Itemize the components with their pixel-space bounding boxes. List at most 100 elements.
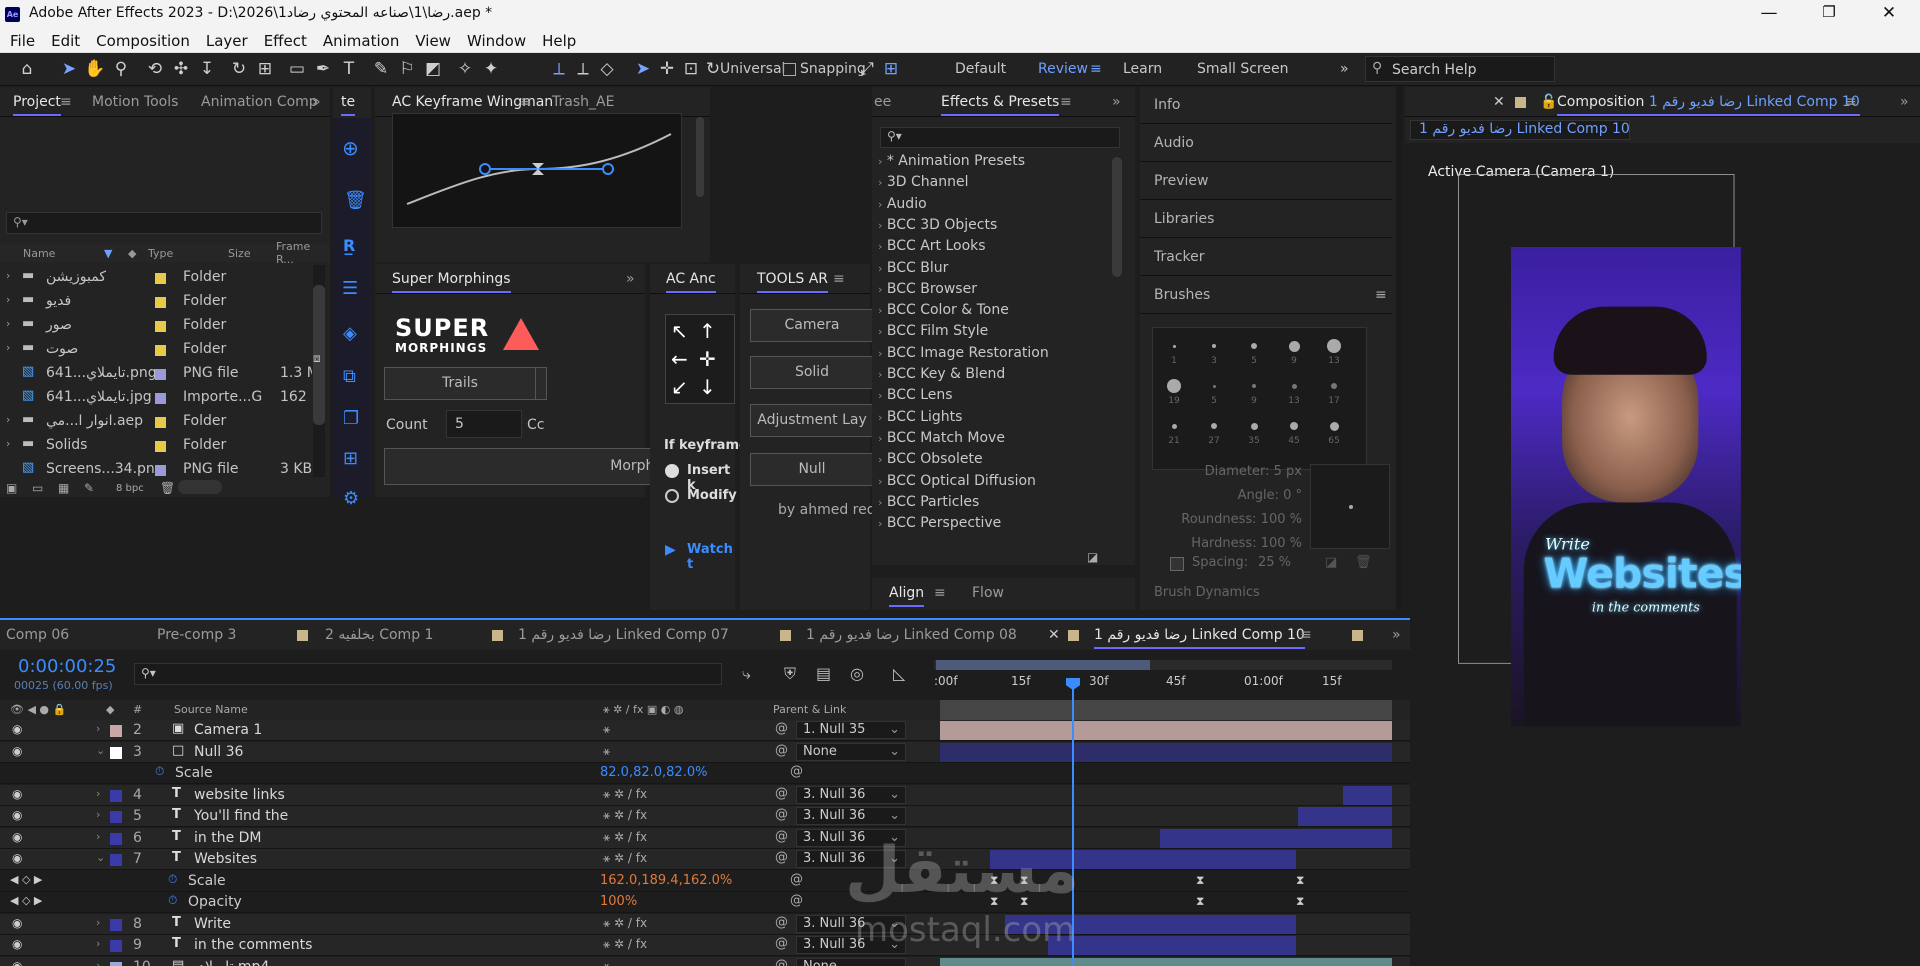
expand-icon[interactable]: › xyxy=(96,959,100,966)
timeline-search-input[interactable]: ⚲▾ xyxy=(134,663,722,685)
eraser-tool-icon[interactable]: ◩ xyxy=(422,58,444,80)
menu-animation[interactable]: Animation xyxy=(315,29,407,53)
panel-audio[interactable]: Audio xyxy=(1140,125,1392,162)
insert-radio[interactable] xyxy=(665,464,679,478)
panel-libraries[interactable]: Libraries xyxy=(1140,201,1392,238)
effect-category[interactable]: › BCC Lights xyxy=(878,409,962,430)
text-tool-icon[interactable]: T xyxy=(338,58,360,80)
expand-icon[interactable]: › xyxy=(96,808,100,821)
layer-row[interactable]: ◉ ⌄ 3 □ Null 36 ⚹ @ None ⌄ xyxy=(0,741,1410,763)
col-name[interactable]: Name xyxy=(23,247,55,260)
expand-icon[interactable]: › xyxy=(96,937,100,950)
layer-duration-bar[interactable] xyxy=(1048,936,1296,955)
tools-ar-menu-icon[interactable]: ≡ xyxy=(833,271,845,287)
effect-category[interactable]: › BCC Obsolete xyxy=(878,451,983,472)
expand-icon[interactable]: › xyxy=(6,269,10,282)
roto-tool-icon[interactable]: ✧ xyxy=(454,58,476,80)
tab-effects-presets[interactable]: Effects & Presets xyxy=(941,94,1060,116)
adjustment-layer-button[interactable]: Adjustment Lay xyxy=(750,404,874,437)
modify-radio[interactable] xyxy=(665,489,679,503)
effect-category[interactable]: › BCC 3D Objects xyxy=(878,217,997,238)
label-swatch[interactable] xyxy=(155,441,166,452)
project-item[interactable]: ▧ 641...تايملاي.jpg Importe...G 162 KB xyxy=(0,387,312,411)
label-swatch[interactable] xyxy=(155,369,166,380)
pan-tool-icon[interactable]: ✣ xyxy=(170,58,192,80)
effect-category[interactable]: › Audio xyxy=(878,196,927,217)
keyframe-icon[interactable]: ⧗ xyxy=(1196,894,1204,909)
layer-name[interactable]: تايملاي.mp4 xyxy=(194,959,269,966)
side-scrollbar[interactable] xyxy=(1396,87,1402,610)
solid-button[interactable]: Solid xyxy=(750,356,874,389)
layer-name[interactable]: website links xyxy=(194,787,285,803)
brush-new-icon[interactable]: ◪ xyxy=(1325,555,1337,570)
layer-switches[interactable]: ⚹ ✲ / fx xyxy=(603,808,647,823)
brush-preset[interactable]: 3 xyxy=(1199,334,1229,370)
effect-category[interactable]: › BCC Color & Tone xyxy=(878,302,1009,323)
effect-category[interactable]: › BCC Perspective xyxy=(878,515,1001,536)
spacing-value[interactable]: 25 % xyxy=(1258,555,1291,570)
curve-editor[interactable] xyxy=(392,113,682,228)
parent-dropdown[interactable]: 1. Null 35 ⌄ xyxy=(796,721,906,739)
effects-menu-icon[interactable]: ≡ xyxy=(1060,94,1072,110)
close-icon[interactable]: ✕ xyxy=(1866,3,1912,23)
layer-row[interactable]: ◉ ⌄ 7 T Websites ⚹ ✲ / fx @ 3. Null 36 ⌄ xyxy=(0,849,1410,870)
motion-blur-icon[interactable]: ◎ xyxy=(850,664,864,683)
eye-icon[interactable]: ◉ xyxy=(12,916,22,930)
layer-label-swatch[interactable] xyxy=(110,940,122,952)
tab-align[interactable]: Align xyxy=(889,585,925,607)
panel-preview[interactable]: Preview xyxy=(1140,163,1392,200)
layer-duration-bar[interactable] xyxy=(940,721,1392,740)
tab-ee[interactable]: ee xyxy=(874,94,891,110)
comp-flow-icon[interactable]: ⤷ xyxy=(742,664,751,684)
panel-brushes[interactable]: Brushes xyxy=(1140,277,1392,314)
effect-category[interactable]: › BCC Key & Blend xyxy=(878,366,1005,387)
label-swatch[interactable] xyxy=(155,417,166,428)
tab-project-menu-icon[interactable]: ≡ xyxy=(60,94,72,110)
layer-row[interactable]: ◉ › 8 T Write ⚹ ✲ / fx @ 3. Null 36 ⌄ xyxy=(0,913,1410,935)
track-select-icon[interactable]: ➤ xyxy=(632,58,654,80)
expand-icon[interactable]: › xyxy=(96,916,100,929)
anchor-tool-icon[interactable]: ⊞ xyxy=(254,58,276,80)
brush-preset[interactable]: 27 xyxy=(1199,414,1229,450)
label-swatch[interactable] xyxy=(155,321,166,332)
effect-category[interactable]: › BCC Match Move xyxy=(878,430,1005,451)
comp-close-icon[interactable]: ✕ xyxy=(1493,94,1505,110)
bpc-label[interactable]: 8 bpc xyxy=(116,483,144,494)
col-frame-rate[interactable]: Frame R... xyxy=(276,240,330,266)
layer-switches[interactable]: ⚹ xyxy=(603,744,610,759)
layer-row[interactable]: ⏱ Opacity 100% @ ◀ ◇ ▶ ⧗ ⧗ ⧗ ⧗ xyxy=(0,892,1410,913)
tab-comp-06[interactable]: Comp 06 xyxy=(6,627,69,643)
project-item[interactable]: ▧ Screens...34.png PNG file 3 KB xyxy=(0,459,312,477)
panel-tracker[interactable]: Tracker xyxy=(1140,239,1392,276)
pickwhip-icon[interactable]: @ xyxy=(775,829,788,844)
layer-row[interactable]: ◉ › 6 T in the DM ⚹ ✲ / fx @ 3. Null 36 ⌄ xyxy=(0,827,1410,849)
puppet-tool-icon[interactable]: ✦ xyxy=(480,58,502,80)
center-anchor-icon[interactable]: ✛ xyxy=(699,347,716,371)
effects-scrollbar[interactable] xyxy=(1112,157,1122,277)
sort-icon[interactable]: ▼ xyxy=(104,247,112,260)
layer-label-swatch[interactable] xyxy=(110,832,122,845)
expand-icon[interactable]: ⌄ xyxy=(96,744,105,757)
brush-preset[interactable]: 5 xyxy=(1239,334,1269,370)
brushes-menu-icon[interactable]: ≡ xyxy=(1375,287,1387,303)
move-icon[interactable]: ✛ xyxy=(656,58,678,80)
expand-icon[interactable]: › xyxy=(6,341,10,354)
more-tabs-icon[interactable]: » xyxy=(312,94,321,110)
maximize-icon[interactable]: ❐ xyxy=(1806,3,1852,21)
panel-info[interactable]: Info xyxy=(1140,87,1392,124)
parent-dropdown[interactable]: 3. Null 36 ⌄ xyxy=(796,807,906,825)
grid-icon[interactable]: ⊡ xyxy=(680,58,702,80)
spacing-checkbox[interactable] xyxy=(1170,557,1184,571)
pickwhip-icon[interactable]: @ xyxy=(775,721,788,736)
tab-ac-anchor[interactable]: AC Anc xyxy=(666,271,716,293)
arrow-s-icon[interactable]: ↓ xyxy=(699,375,716,399)
layer-row[interactable]: ◉ › 10 ▤ تايملاي.mp4 ⚹ @ None ⌄ xyxy=(0,956,1410,966)
stopwatch-icon[interactable]: ⏱ xyxy=(155,764,164,779)
expression-icon[interactable]: @ xyxy=(790,872,803,887)
layer-label-swatch[interactable] xyxy=(110,918,122,931)
workspace-small-screen[interactable]: Small Screen xyxy=(1197,61,1288,77)
layer-row[interactable]: ◉ › 9 T in the comments ⚹ ✲ / fx @ 3. Nu… xyxy=(0,935,1410,956)
zoom-slider[interactable] xyxy=(178,480,222,494)
keyframe-icon[interactable]: ⧗ xyxy=(1296,873,1304,888)
clone-tool-icon[interactable]: ⚐ xyxy=(396,58,418,80)
